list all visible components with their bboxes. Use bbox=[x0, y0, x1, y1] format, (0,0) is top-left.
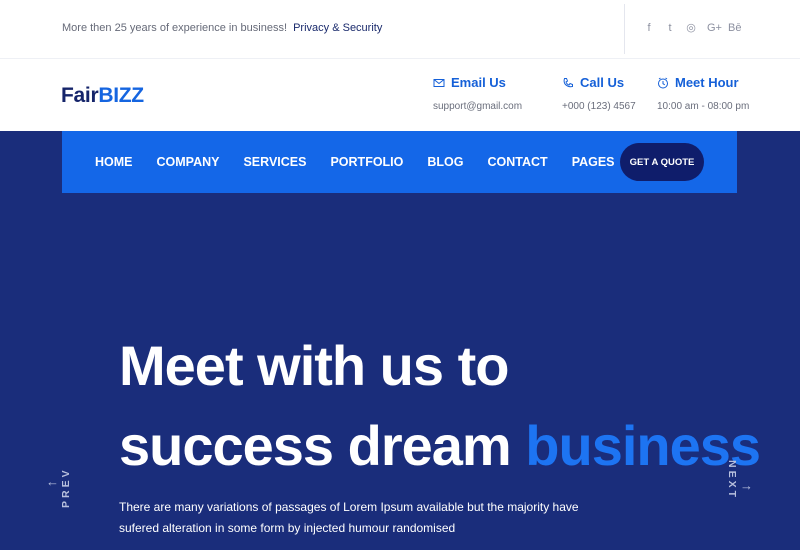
nav-contact[interactable]: CONTACT bbox=[488, 155, 548, 169]
phone-title[interactable]: Call Us bbox=[580, 75, 624, 90]
clock-icon bbox=[658, 77, 668, 88]
get-a-quote-button[interactable]: GET A QUOTE bbox=[620, 143, 704, 181]
contact-hours: Meet Hour 10:00 am - 08:00 pm bbox=[657, 75, 749, 112]
headline-line-2: success dream business bbox=[119, 406, 761, 486]
hero-headline: Meet with us to success dream business bbox=[119, 326, 761, 486]
google-plus-icon[interactable]: G+ bbox=[707, 20, 722, 36]
nav-portfolio[interactable]: PORTFOLIO bbox=[330, 155, 403, 169]
phone-value[interactable]: +000 (123) 4567 bbox=[562, 101, 636, 112]
instagram-icon[interactable]: ◎ bbox=[686, 20, 696, 36]
hero-description: There are many variations of passages of… bbox=[119, 500, 579, 535]
main-navigation: HOME COMPANY SERVICES PORTFOLIO BLOG CON… bbox=[62, 131, 737, 193]
envelope-icon bbox=[433, 78, 445, 87]
behance-icon[interactable]: Bē bbox=[728, 20, 741, 36]
hours-value: 10:00 am - 08:00 pm bbox=[657, 101, 750, 112]
nav-company[interactable]: COMPANY bbox=[157, 155, 220, 169]
logo-text-bizz: BIZZ bbox=[98, 84, 144, 107]
phone-icon bbox=[563, 77, 573, 87]
headline-line-2-text: success dream bbox=[119, 414, 512, 477]
hours-title: Meet Hour bbox=[675, 75, 739, 90]
slider-prev-button[interactable]: ← PREV bbox=[46, 460, 72, 510]
arrow-right-icon: → bbox=[740, 478, 753, 493]
experience-message: More then 25 years of experience in busi… bbox=[62, 22, 288, 34]
social-links: f t ◎ G+ Bē bbox=[644, 20, 741, 36]
slider-next-button[interactable]: NEXT → bbox=[722, 460, 753, 510]
email-value[interactable]: support@gmail.com bbox=[433, 101, 522, 112]
contact-phone: Call Us +000 (123) 4567 bbox=[562, 75, 636, 112]
headline-line-1: Meet with us to bbox=[119, 334, 509, 397]
prev-label: PREV bbox=[60, 467, 72, 508]
contact-email: Email Us support@gmail.com bbox=[433, 75, 522, 112]
nav-services[interactable]: SERVICES bbox=[243, 155, 306, 169]
topbar-separator bbox=[0, 58, 800, 59]
next-label: NEXT bbox=[726, 460, 738, 501]
logo-text-fair: Fair bbox=[61, 84, 99, 107]
top-bar: More then 25 years of experience in busi… bbox=[0, 0, 800, 58]
email-title[interactable]: Email Us bbox=[451, 75, 506, 90]
twitter-icon[interactable]: t bbox=[665, 20, 675, 36]
privacy-security-link[interactable]: Privacy & Security bbox=[293, 22, 382, 34]
nav-blog[interactable]: BLOG bbox=[427, 155, 463, 169]
facebook-icon[interactable]: f bbox=[644, 20, 654, 36]
topbar-divider bbox=[624, 4, 625, 54]
nav-home[interactable]: HOME bbox=[95, 155, 133, 169]
nav-pages[interactable]: PAGES bbox=[572, 155, 615, 169]
site-logo[interactable]: FairBIZZ bbox=[61, 84, 144, 108]
experience-text: More then 25 years of experience in busi… bbox=[62, 22, 382, 34]
arrow-left-icon: ← bbox=[46, 474, 59, 489]
